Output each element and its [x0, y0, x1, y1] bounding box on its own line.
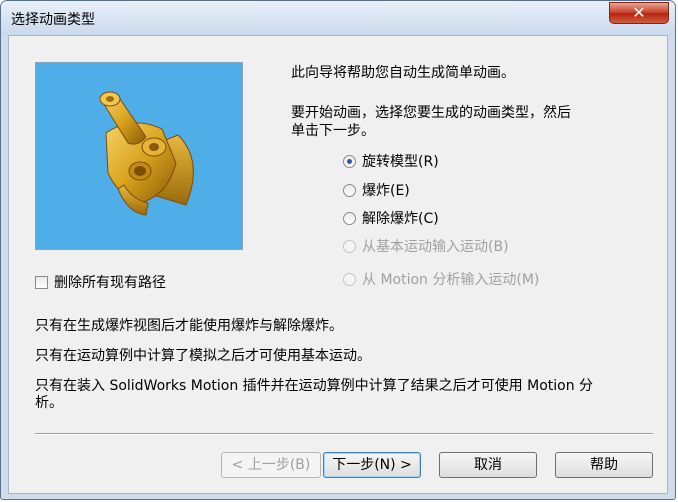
radio-button[interactable]: [343, 211, 356, 225]
note-explode: 只有在生成爆炸视图后才能使用爆炸与解除爆炸。: [35, 318, 343, 334]
note-basic-motion: 只有在运动算例中计算了模拟之后才可使用基本运动。: [35, 348, 371, 364]
radio-button-disabled: [343, 239, 356, 253]
radio-button[interactable]: [343, 183, 356, 197]
close-button[interactable]: ✕: [609, 2, 669, 24]
radio-label: 解除爆炸(C): [362, 211, 439, 227]
instruction-text: 要开始动画，选择您要生成的动画类型，然后单击下一步。: [291, 105, 571, 139]
cancel-button[interactable]: 取消: [439, 452, 537, 478]
dialog-title: 选择动画类型: [11, 12, 95, 28]
next-button[interactable]: 下一步(N) >: [323, 452, 421, 478]
radio-collapse[interactable]: 解除爆炸(C): [343, 209, 439, 227]
help-button[interactable]: 帮助: [555, 452, 653, 478]
separator: [35, 433, 653, 435]
delete-paths-checkbox-row[interactable]: 删除所有现有路径: [35, 272, 166, 292]
close-icon: ✕: [632, 3, 646, 22]
radio-motion-analysis: 从 Motion 分析输入运动(M): [343, 270, 539, 288]
dialog-body: 此向导将帮助您自动生成简单动画。 要开始动画，选择您要生成的动画类型，然后单击下…: [8, 35, 668, 494]
animation-preview-image: [35, 62, 243, 250]
note-motion-analysis: 只有在装入 SolidWorks Motion 插件并在运动算例中计算了结果之后…: [35, 378, 594, 411]
radio-label: 旋转模型(R): [362, 154, 439, 170]
delete-paths-label: 删除所有现有路径: [54, 275, 166, 291]
radio-label: 爆炸(E): [362, 183, 410, 199]
radio-label: 从基本运动输入运动(B): [362, 239, 509, 255]
radio-label: 从 Motion 分析输入运动(M): [362, 272, 540, 288]
delete-paths-checkbox[interactable]: [35, 275, 48, 289]
wizard-dialog: 选择动画类型 ✕ 此向导将帮助您自动生成简单动画。 要开始动画，选择您要生成的动…: [0, 0, 676, 500]
intro-text: 此向导将帮助您自动生成简单动画。: [291, 65, 515, 81]
title-bar[interactable]: 选择动画类型 ✕: [1, 1, 675, 35]
radio-explode[interactable]: 爆炸(E): [343, 181, 410, 199]
radio-button-disabled: [343, 272, 356, 286]
radio-rotate-model[interactable]: 旋转模型(R): [343, 152, 439, 170]
radio-basic-motion: 从基本运动输入运动(B): [343, 237, 509, 255]
part-model-icon: [99, 91, 194, 216]
radio-button-selected[interactable]: [343, 154, 356, 168]
back-button: < 上一步(B): [221, 452, 321, 478]
